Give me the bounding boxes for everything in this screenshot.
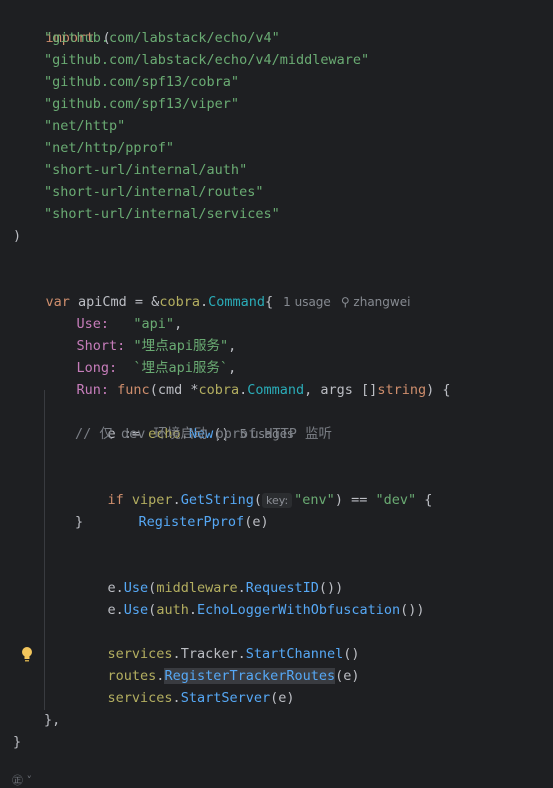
- person-icon: ⚲: [340, 295, 354, 309]
- function-use: Use: [123, 602, 149, 618]
- brace: {: [265, 294, 274, 310]
- indent-guide: [44, 390, 45, 710]
- package-cobra: cobra: [198, 382, 240, 398]
- code-line: if viper.GetString(key: "env") == "dev" {: [107, 492, 433, 508]
- run-signature: , args []: [304, 382, 378, 398]
- import-line: "net/http/pprof": [44, 140, 175, 156]
- import-line: "net/http": [44, 118, 126, 134]
- import-line: "github.com/labstack/echo/v4": [44, 30, 280, 46]
- function-startserver: StartServer: [180, 690, 271, 706]
- dot: .: [172, 690, 181, 706]
- code-line: services.Tracker.StartChannel(): [75, 621, 360, 662]
- brace: {: [416, 492, 433, 508]
- keyword-func: func: [117, 382, 150, 398]
- code-line: },: [44, 712, 61, 728]
- operator: ) ==: [334, 492, 376, 508]
- code-line: var apiCmd = &cobra.Command{1 usage ⚲ zha…: [13, 269, 411, 310]
- bottom-indicator[interactable]: ㊣ ˅: [12, 772, 32, 788]
- code-line: import (: [13, 5, 111, 46]
- import-line: "short-url/internal/services": [44, 206, 280, 222]
- code-line: Run: func(cmd *cobra.Command, args []str…: [44, 357, 451, 398]
- code-line: RegisterPprof(e): [106, 489, 269, 530]
- import-line: "github.com/spf13/cobra": [44, 74, 240, 90]
- import-line: "short-url/internal/auth": [44, 162, 248, 178]
- function-registerpprof: RegisterPprof: [138, 514, 245, 530]
- code-line: services.StartServer(e): [75, 665, 295, 706]
- code-line: Use: "api",: [76, 316, 183, 332]
- code-line: }: [75, 514, 84, 530]
- argument: (e): [335, 668, 360, 684]
- string-dev: "dev": [375, 492, 417, 508]
- package-auth: auth: [156, 602, 189, 618]
- code-line: e := echo.New() 5 usages: [75, 401, 294, 442]
- function-echologger: EchoLoggerWithObfuscation: [196, 602, 401, 618]
- code-line: routes.RegisterTrackerRoutes(e): [75, 643, 360, 684]
- run-signature: (cmd *: [149, 382, 199, 398]
- code-line: }: [13, 734, 22, 750]
- code-line: Short: "埋点api服务",: [76, 338, 237, 354]
- usage-hint[interactable]: 1 usage: [283, 295, 331, 309]
- run-signature: ) {: [426, 382, 451, 398]
- author-name: zhangwei: [353, 295, 411, 309]
- code-line: Long: `埋点api服务`,: [76, 360, 237, 376]
- dot: .: [199, 294, 209, 310]
- type-command: Command: [247, 382, 305, 398]
- type-command: Command: [208, 294, 265, 310]
- package-services: services: [107, 690, 173, 706]
- code-line: ): [13, 228, 22, 244]
- author-hint[interactable]: ⚲ zhangwei: [341, 295, 411, 309]
- call: ()): [400, 602, 425, 618]
- argument: (e): [270, 690, 295, 706]
- import-line: "short-url/internal/routes": [44, 184, 264, 200]
- import-line: "github.com/labstack/echo/v4/middleware": [44, 52, 370, 68]
- code-line: e.Use(middleware.RequestID()): [107, 580, 344, 596]
- code-comment: // 仅 dev 环境启动 pprof HTTP 监听: [75, 426, 333, 442]
- keyword-string: string: [377, 382, 427, 398]
- import-line: "github.com/spf13/viper": [44, 96, 240, 112]
- lightbulb-icon[interactable]: [20, 646, 34, 664]
- receiver: e.: [107, 602, 124, 618]
- field-run: Run:: [76, 382, 110, 398]
- dot: .: [188, 602, 197, 618]
- argument: (e): [244, 514, 269, 530]
- code-line: e.Use(auth.EchoLoggerWithObfuscation()): [107, 602, 425, 618]
- string-env: "env": [294, 492, 335, 508]
